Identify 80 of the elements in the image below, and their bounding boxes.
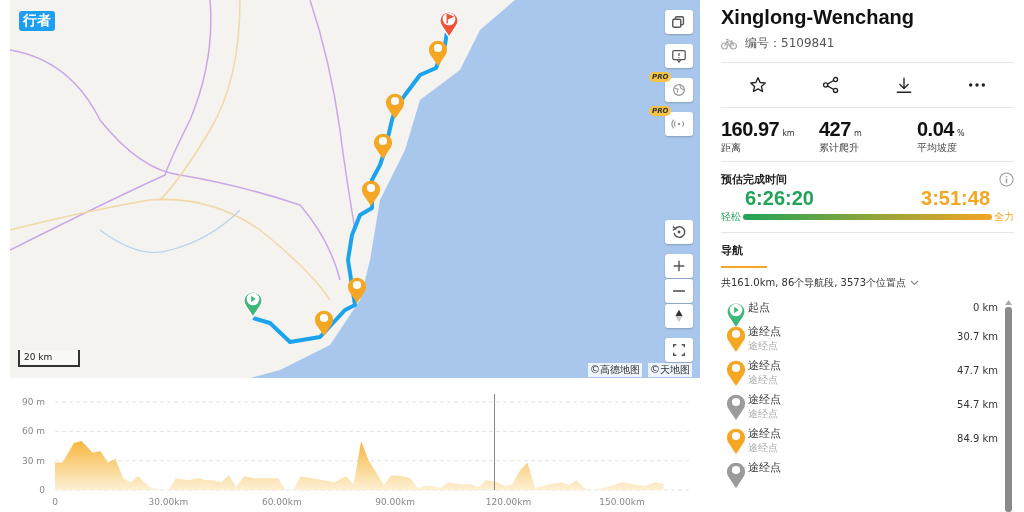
info-icon[interactable]: [999, 172, 1014, 187]
stat-unit: m: [853, 129, 862, 138]
start-pin-icon: [242, 289, 264, 318]
hard-label: 全力: [994, 210, 1014, 224]
y-axis-label: 60 m: [21, 426, 45, 437]
stat-label: 平均坡度: [917, 141, 958, 155]
waypoint-distance: 84.9 km: [957, 433, 998, 444]
flag-pin-icon: [438, 9, 460, 38]
layers-icon: [671, 14, 687, 30]
app-logo: 行者: [19, 11, 55, 31]
x-axis-label: 60.00km: [261, 497, 302, 507]
waypoint-name: 途经点: [748, 392, 782, 407]
fullscreen-button[interactable]: [665, 338, 693, 362]
reset-view-button[interactable]: [665, 220, 693, 244]
route-number: 编号：5109841: [745, 35, 835, 52]
waypoint-note: 途经点: [748, 441, 779, 455]
fullscreen-icon: [671, 342, 687, 358]
globe-icon: [671, 82, 687, 98]
x-axis-label: 120.00km: [485, 497, 532, 507]
more-icon: [969, 83, 986, 87]
map-pin-icon: [427, 38, 449, 67]
start-pin-icon: [725, 300, 747, 329]
star-icon: [748, 76, 767, 94]
map-pin-icon: [313, 308, 335, 337]
plus-icon: [671, 258, 687, 274]
stat-label: 累计爬升: [819, 141, 860, 155]
stat-value: 160.97: [721, 118, 780, 141]
route-title: Xinglong-Wenchang: [721, 6, 915, 29]
waypoint-name: 途经点: [748, 324, 782, 339]
easy-time: 6:26:20: [745, 187, 814, 210]
reset-icon: [671, 224, 687, 240]
map-attribution: ©天地图: [648, 363, 692, 377]
scale-bar: 20 km: [18, 350, 80, 367]
waypoint-name: 途经点: [748, 426, 782, 441]
waypoint-note: 途经点: [748, 407, 779, 421]
x-axis-label: 30.00km: [148, 497, 189, 507]
map-pin-icon: [360, 178, 382, 207]
map-pin-icon: [346, 275, 368, 304]
feedback-button[interactable]: [665, 44, 693, 68]
y-axis-label: 0: [39, 485, 45, 495]
easy-label: 轻松: [721, 210, 741, 224]
navigation-summary: 共161.0km, 86个导航段, 3573个位置点: [721, 276, 907, 290]
waypoint-distance: 47.7 km: [957, 365, 998, 376]
x-axis-label: 150.00km: [599, 497, 645, 507]
y-axis-label: 30 m: [21, 455, 45, 466]
feedback-icon: [671, 48, 687, 64]
stat-unit: %: [956, 129, 965, 138]
map-pin-icon: [384, 91, 406, 120]
zoom-out-button[interactable]: [665, 279, 693, 303]
map-attribution: ©高德地图: [588, 363, 642, 377]
compass-button[interactable]: [665, 304, 693, 328]
navigation-tab[interactable]: 导航: [721, 233, 767, 268]
globe-button[interactable]: [665, 78, 693, 102]
waypoint-name: 途经点: [748, 358, 782, 373]
waypoint-distance: 54.7 km: [957, 399, 998, 410]
waypoint-name: 途经点: [748, 460, 782, 475]
share-icon: [821, 76, 840, 94]
hard-time: 3:51:48: [921, 187, 990, 210]
download-icon: [895, 76, 914, 94]
waypoint-note: 途经点: [748, 339, 779, 353]
zoom-in-button[interactable]: [665, 254, 693, 278]
stat-value: 0.04: [917, 118, 954, 141]
y-axis-label: 90 m: [21, 397, 45, 407]
scrollbar-thumb[interactable]: [1005, 307, 1012, 512]
waypoint-note: 途经点: [748, 373, 779, 387]
waypoint-distance: 30.7 km: [957, 331, 998, 342]
stat-unit: km: [782, 129, 795, 138]
waypoint-distance: 0 km: [972, 302, 998, 313]
signal-icon: [671, 116, 687, 132]
x-axis-label: 0: [52, 497, 58, 507]
section-title: 预估完成时间: [721, 172, 787, 187]
stat-label: 距离: [721, 141, 742, 155]
map-pin-icon: [372, 131, 394, 160]
minus-icon: [673, 290, 685, 292]
stat-value: 427: [819, 118, 851, 141]
x-axis-label: 90.00km: [375, 497, 416, 507]
waypoint-name: 起点: [748, 300, 771, 315]
bicycle-icon: [721, 37, 737, 50]
layers-button[interactable]: [665, 10, 693, 34]
chevron-down-icon[interactable]: [910, 280, 920, 286]
